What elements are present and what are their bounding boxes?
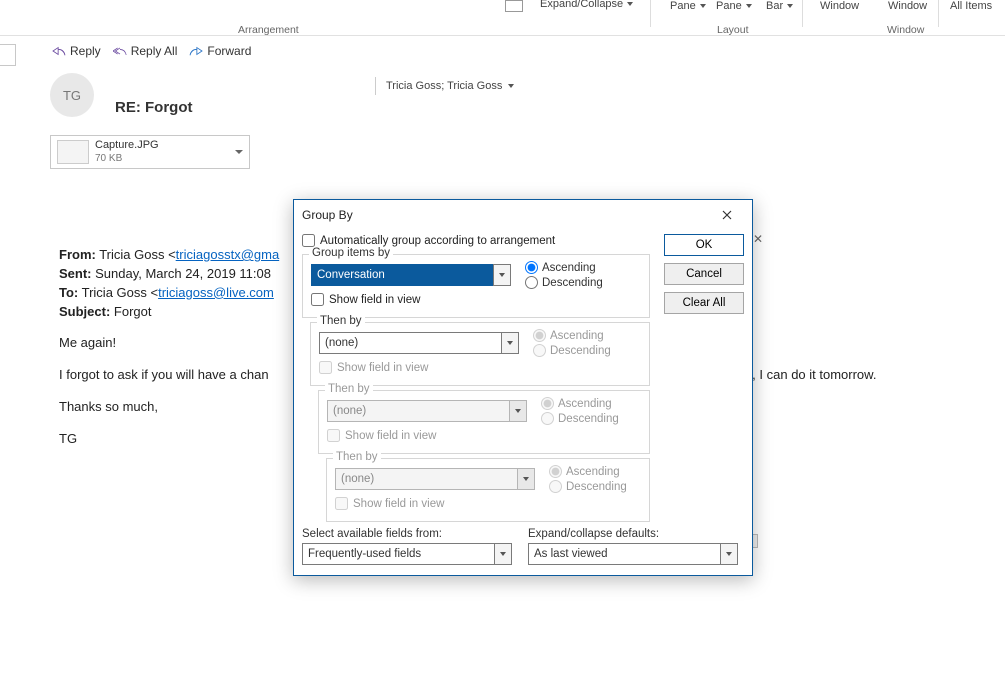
recipients-display[interactable]: Tricia Goss; Tricia Goss bbox=[375, 77, 514, 95]
pane-menu-1[interactable]: Pane bbox=[670, 0, 706, 12]
group-by-dialog: Group By Automatically group according t… bbox=[293, 199, 753, 576]
show-field-2: Show field in view bbox=[319, 361, 428, 374]
asc-radio-4: Ascending bbox=[549, 465, 627, 478]
desc-radio-3: Descending bbox=[541, 412, 619, 425]
message-subject: RE: Forgot bbox=[115, 99, 192, 116]
attachment-chip[interactable]: Capture.JPG 70 KB bbox=[50, 135, 250, 169]
ribbon-separator bbox=[802, 0, 803, 27]
expand-defaults-combo[interactable]: As last viewed bbox=[528, 543, 738, 565]
group-field-1-combo[interactable]: Conversation bbox=[311, 264, 511, 286]
all-items-btn[interactable]: All Items bbox=[950, 0, 992, 12]
attachment-thumbnail bbox=[57, 140, 89, 164]
left-pane-stub[interactable] bbox=[0, 44, 16, 66]
asc-radio-1[interactable]: Ascending bbox=[525, 261, 603, 274]
ribbon-group-arrangement: Arrangement bbox=[238, 24, 299, 36]
from-email-link[interactable]: triciagosstx@gma bbox=[176, 247, 280, 262]
chevron-down-icon bbox=[746, 4, 752, 8]
show-field-3: Show field in view bbox=[327, 429, 436, 442]
cancel-button[interactable]: Cancel bbox=[664, 263, 744, 285]
asc-radio-2: Ascending bbox=[533, 329, 611, 342]
attachment-name: Capture.JPG bbox=[95, 139, 229, 152]
ribbon-group-window: Window bbox=[887, 24, 924, 36]
auto-group-checkbox[interactable]: Automatically group according to arrange… bbox=[302, 234, 555, 247]
expand-defaults-label: Expand/collapse defaults: bbox=[528, 528, 738, 540]
background-close-fragment: ✕ bbox=[753, 232, 763, 246]
dialog-title-text: Group By bbox=[302, 208, 353, 222]
chevron-down-icon[interactable] bbox=[720, 543, 738, 565]
select-fields-combo[interactable]: Frequently-used fields bbox=[302, 543, 512, 565]
chevron-down-icon bbox=[700, 4, 706, 8]
to-email-link[interactable]: triciagoss@live.com bbox=[158, 285, 274, 300]
reply-toolbar: Reply Reply All Forward bbox=[52, 44, 251, 58]
then-by-label: Then by bbox=[317, 315, 365, 327]
ribbon: Expand/Collapse Pane Pane Bar Window Win… bbox=[0, 0, 1005, 36]
ribbon-small-box bbox=[505, 0, 523, 12]
then-by-label: Then by bbox=[333, 451, 381, 463]
group-level-3: Then by (none) Ascending Descending Show… bbox=[318, 390, 650, 454]
select-fields-label: Select available fields from: bbox=[302, 528, 512, 540]
pane-menu-2[interactable]: Pane bbox=[716, 0, 752, 12]
reply-all-button[interactable]: Reply All bbox=[113, 44, 178, 58]
sender-avatar: TG bbox=[50, 73, 94, 117]
chevron-down-icon[interactable] bbox=[501, 332, 519, 354]
window-btn-1[interactable]: Window bbox=[820, 0, 859, 12]
bar-menu[interactable]: Bar bbox=[766, 0, 793, 12]
window-btn-2[interactable]: Window bbox=[888, 0, 927, 12]
group-field-4-combo: (none) bbox=[335, 468, 535, 490]
reply-all-icon bbox=[113, 45, 127, 57]
dialog-close-button[interactable] bbox=[710, 202, 744, 228]
reply-button[interactable]: Reply bbox=[52, 44, 101, 58]
forward-button[interactable]: Forward bbox=[189, 44, 251, 58]
expand-collapse-menu[interactable]: Expand/Collapse bbox=[540, 0, 633, 10]
asc-radio-3: Ascending bbox=[541, 397, 619, 410]
attachment-size: 70 KB bbox=[95, 153, 229, 165]
dialog-titlebar: Group By bbox=[294, 200, 752, 230]
ribbon-separator bbox=[938, 0, 939, 27]
then-by-label: Then by bbox=[325, 383, 373, 395]
show-field-4: Show field in view bbox=[335, 497, 444, 510]
chevron-down-icon bbox=[509, 400, 527, 422]
chevron-down-icon bbox=[517, 468, 535, 490]
group-items-by-label: Group items by bbox=[309, 247, 393, 259]
group-field-3-combo: (none) bbox=[327, 400, 527, 422]
reply-icon bbox=[52, 45, 66, 57]
group-level-2: Then by (none) Ascending Descending Show… bbox=[310, 322, 650, 386]
close-icon bbox=[722, 210, 732, 220]
chevron-down-icon[interactable] bbox=[494, 543, 512, 565]
group-level-4: Then by (none) Ascending Descending Show… bbox=[326, 458, 650, 522]
desc-radio-2: Descending bbox=[533, 344, 611, 357]
chevron-down-icon[interactable] bbox=[235, 150, 243, 154]
ok-button[interactable]: OK bbox=[664, 234, 744, 256]
clear-all-button[interactable]: Clear All bbox=[664, 292, 744, 314]
show-field-1[interactable]: Show field in view bbox=[311, 293, 420, 306]
forward-icon bbox=[189, 45, 203, 57]
chevron-down-icon bbox=[787, 4, 793, 8]
chevron-down-icon bbox=[508, 84, 514, 88]
chevron-down-icon[interactable] bbox=[493, 264, 511, 286]
group-field-2-combo[interactable]: (none) bbox=[319, 332, 519, 354]
chevron-down-icon bbox=[627, 2, 633, 6]
ribbon-group-layout: Layout bbox=[717, 24, 749, 36]
desc-radio-1[interactable]: Descending bbox=[525, 276, 603, 289]
desc-radio-4: Descending bbox=[549, 480, 627, 493]
ribbon-separator bbox=[650, 0, 651, 27]
group-level-1: Group items by Conversation Ascending De… bbox=[302, 254, 650, 318]
separator bbox=[375, 77, 376, 95]
